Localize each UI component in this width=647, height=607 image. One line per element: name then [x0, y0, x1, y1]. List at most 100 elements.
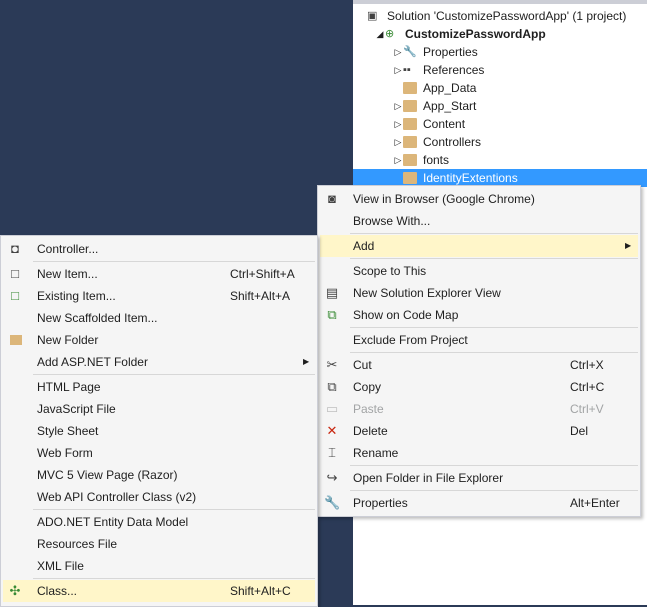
menu-item-copy[interactable]: ⧉ Copy Ctrl+C	[320, 376, 638, 398]
submenu-arrow-icon: ▶	[625, 241, 632, 250]
tree-item-label: Controllers	[423, 135, 482, 149]
tree-item-app-data[interactable]: App_Data	[353, 79, 647, 97]
menu-item-add[interactable]: Add ▶	[320, 235, 638, 257]
tree-item-controllers[interactable]: ▷ Controllers	[353, 133, 647, 151]
folder-icon	[403, 118, 417, 130]
tree-item-label: Content	[423, 117, 466, 131]
tree-item-fonts[interactable]: ▷ fonts	[353, 151, 647, 169]
menu-item-new-folder[interactable]: New Folder	[3, 329, 315, 351]
collapsed-arrow-icon[interactable]: ▷	[393, 97, 403, 115]
menu-item-new-item[interactable]: □ New Item... Ctrl+Shift+A	[3, 263, 315, 285]
menu-item-style-sheet[interactable]: Style Sheet	[3, 420, 315, 442]
copy-icon: ⧉	[327, 379, 337, 394]
tree-item-label: App_Start	[423, 99, 477, 113]
menu-item-shortcut: Ctrl+C	[570, 380, 605, 394]
menu-item-browse-with[interactable]: Browse With...	[320, 210, 638, 232]
tree-item-label: App_Data	[423, 81, 477, 95]
tree-item-label: CustomizePasswordApp	[405, 27, 546, 41]
menu-item-view-in-browser-google-chrome[interactable]: ◙ View in Browser (Google Chrome)	[320, 188, 638, 210]
collapsed-arrow-icon[interactable]: ▷	[393, 133, 403, 151]
menu-separator	[33, 374, 315, 375]
wrench-icon: 🔧	[403, 46, 417, 58]
menu-item-label: Rename	[353, 446, 399, 460]
menu-item-rename[interactable]: ⌶ Rename	[320, 442, 638, 464]
menu-item-label: MVC 5 View Page (Razor)	[37, 468, 178, 482]
menu-item-open-folder-in-file-explorer[interactable]: ↪ Open Folder in File Explorer	[320, 467, 638, 489]
tree-item-customizepasswordapp[interactable]: ◢ ⊕ CustomizePasswordApp	[353, 25, 647, 43]
menu-item-exclude-from-project[interactable]: Exclude From Project	[320, 329, 638, 351]
menu-separator	[350, 258, 638, 259]
open-folder-icon: ↪	[326, 470, 338, 485]
menu-item-existing-item[interactable]: □ Existing Item... Shift+Alt+A	[3, 285, 315, 307]
tree-item-label: fonts	[423, 153, 450, 167]
collapsed-arrow-icon[interactable]: ▷	[393, 43, 403, 61]
collapsed-arrow-icon[interactable]: ▷	[393, 115, 403, 133]
menu-item-show-on-code-map[interactable]: ⧉ Show on Code Map	[320, 304, 638, 326]
menu-item-label: Style Sheet	[37, 424, 99, 438]
menu-item-label: New Solution Explorer View	[353, 286, 501, 300]
tree-item-label: Properties	[423, 45, 478, 59]
folder-icon	[403, 100, 417, 112]
menu-item-label: HTML Page	[37, 380, 101, 394]
menu-item-label: New Item...	[37, 267, 98, 281]
menu-item-label: Delete	[353, 424, 388, 438]
menu-item-web-api-controller-class-v2[interactable]: Web API Controller Class (v2)	[3, 486, 315, 508]
menu-item-html-page[interactable]: HTML Page	[3, 376, 315, 398]
menu-item-delete[interactable]: ✕ Delete Del	[320, 420, 638, 442]
menu-item-label: New Folder	[37, 333, 99, 347]
tree-item-app-start[interactable]: ▷ App_Start	[353, 97, 647, 115]
existing-item-icon: □	[11, 288, 19, 303]
paste-icon: ▭	[325, 401, 339, 416]
rename-icon: ⌶	[328, 445, 336, 460]
menu-item-label: Exclude From Project	[353, 333, 468, 347]
wrench-icon: 🔧	[324, 495, 341, 510]
menu-item-shortcut: Shift+Alt+C	[230, 584, 291, 598]
expanded-arrow-icon[interactable]: ◢	[375, 25, 385, 43]
menu-item-paste[interactable]: ▭ Paste Ctrl+V	[320, 398, 638, 420]
new-item-icon: □	[11, 266, 19, 281]
menu-item-scope-to-this[interactable]: Scope to This	[320, 260, 638, 282]
references-icon: ▪▪	[403, 64, 411, 76]
submenu-arrow-icon: ▶	[303, 357, 310, 366]
menu-item-ado-net-entity-data-model[interactable]: ADO.NET Entity Data Model	[3, 511, 315, 533]
tree-item-solution-customizepasswordapp-1-project[interactable]: ▣ Solution 'CustomizePasswordApp' (1 proj…	[353, 7, 647, 25]
menu-item-resources-file[interactable]: Resources File	[3, 533, 315, 555]
collapsed-arrow-icon[interactable]: ▷	[393, 61, 403, 79]
menu-item-label: JavaScript File	[37, 402, 116, 416]
menu-item-label: Properties	[353, 496, 408, 510]
tree-item-label: Solution 'CustomizePasswordApp' (1 proje…	[387, 9, 627, 23]
menu-item-new-scaffolded-item[interactable]: New Scaffolded Item...	[3, 307, 315, 329]
menu-item-label: Web API Controller Class (v2)	[37, 490, 197, 504]
tree-item-references[interactable]: ▷ ▪▪ References	[353, 61, 647, 79]
folder-icon	[403, 82, 417, 94]
menu-item-properties[interactable]: 🔧 Properties Alt+Enter	[320, 492, 638, 514]
menu-separator	[33, 578, 315, 579]
menu-separator	[350, 465, 638, 466]
solution-icon: ▣	[367, 10, 378, 22]
menu-item-label: Copy	[353, 380, 382, 394]
menu-item-label: Add	[353, 239, 375, 253]
context-menu: ◙ View in Browser (Google Chrome) Browse W…	[317, 185, 641, 517]
menu-item-web-form[interactable]: Web Form	[3, 442, 315, 464]
menu-item-label: Browse With...	[353, 214, 431, 228]
folder-icon	[403, 154, 417, 166]
new-folder-icon	[10, 335, 22, 345]
menu-item-new-solution-explorer-view[interactable]: ▤ New Solution Explorer View	[320, 282, 638, 304]
menu-separator	[350, 327, 638, 328]
menu-item-controller[interactable]: ◘ Controller...	[3, 238, 315, 260]
menu-item-class[interactable]: ✣ Class... Shift+Alt+C	[3, 580, 315, 602]
tree-item-label: References	[423, 63, 485, 77]
menu-item-cut[interactable]: ✂ Cut Ctrl+X	[320, 354, 638, 376]
menu-item-label: Show on Code Map	[353, 308, 459, 322]
menu-item-xml-file[interactable]: XML File	[3, 555, 315, 577]
menu-item-mvc-5-view-page-razor[interactable]: MVC 5 View Page (Razor)	[3, 464, 315, 486]
tree-item-properties[interactable]: ▷ 🔧 Properties	[353, 43, 647, 61]
menu-item-shortcut: Ctrl+X	[570, 358, 604, 372]
collapsed-arrow-icon[interactable]: ▷	[393, 151, 403, 169]
delete-icon: ✕	[326, 423, 338, 438]
menu-item-shortcut: Alt+Enter	[570, 496, 620, 510]
tree-item-content[interactable]: ▷ Content	[353, 115, 647, 133]
menu-item-label: ADO.NET Entity Data Model	[37, 515, 189, 529]
menu-item-javascript-file[interactable]: JavaScript File	[3, 398, 315, 420]
menu-item-add-asp-net-folder[interactable]: Add ASP.NET Folder ▶	[3, 351, 315, 373]
